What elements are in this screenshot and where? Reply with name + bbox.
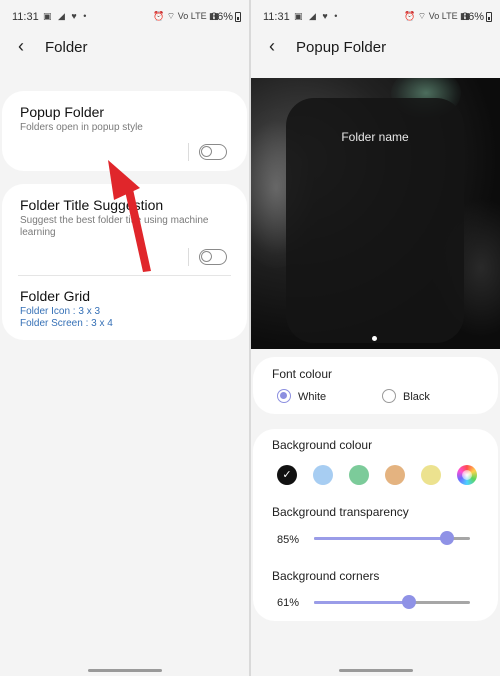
app-bar: ‹ Popup Folder xyxy=(251,34,500,62)
folder-preview: Folder name xyxy=(251,78,500,349)
popup-folder-subtitle: Folders open in popup style xyxy=(20,122,143,133)
notification-icons: ▣ ◢ ♥ • xyxy=(294,11,340,21)
colour-swatch-black[interactable]: ✓ xyxy=(277,465,297,485)
background-colour-label: Background colour xyxy=(272,438,373,452)
divider xyxy=(188,248,189,266)
transparency-value: 85% xyxy=(277,534,300,546)
page-title: Popup Folder xyxy=(296,39,387,56)
font-colour-black-radio[interactable] xyxy=(382,389,396,403)
notification-icons: ▣ ◢ ♥ • xyxy=(43,11,89,21)
folder-screen-grid-value: Folder Screen : 3 x 4 xyxy=(20,318,113,329)
status-time: 11:31 xyxy=(12,11,39,23)
folder-options-card: Folder Title Suggestion Suggest the best… xyxy=(2,184,247,340)
home-indicator[interactable] xyxy=(338,669,413,672)
background-transparency-label: Background transparency xyxy=(272,505,409,519)
font-colour-white-label[interactable]: White xyxy=(298,391,326,403)
home-indicator[interactable] xyxy=(87,669,162,672)
back-arrow-icon[interactable]: ‹ xyxy=(18,37,24,55)
title-suggestion-subtitle: Suggest the best folder title using mach… xyxy=(20,215,209,238)
slider-thumb[interactable] xyxy=(439,531,454,545)
colour-swatch-light-blue[interactable] xyxy=(313,465,333,485)
page-indicator-dot xyxy=(372,336,377,341)
page-title: Folder xyxy=(45,39,88,56)
font-colour-label: Font colour xyxy=(272,367,333,381)
back-arrow-icon[interactable]: ‹ xyxy=(269,37,275,55)
battery-icon xyxy=(486,12,492,22)
check-icon: ✓ xyxy=(282,469,292,481)
status-bar: 11:31 ▣ ◢ ♥ • ⏰ ⌔ Vo LTE ▮▮ 36% xyxy=(0,0,249,34)
colour-swatch-yellow[interactable] xyxy=(421,465,441,485)
folder-name-label: Folder name xyxy=(341,130,409,144)
corners-slider[interactable] xyxy=(314,595,470,609)
status-time: 11:31 xyxy=(263,11,290,23)
title-suggestion-title: Folder Title Suggestion xyxy=(20,197,164,213)
app-bar: ‹ Folder xyxy=(0,34,249,62)
folder-icon-grid-value: Folder Icon : 3 x 3 xyxy=(20,306,101,317)
colour-swatch-green[interactable] xyxy=(349,465,369,485)
battery-percent: 36% xyxy=(210,11,233,23)
slider-fill xyxy=(314,537,447,540)
background-card: Background colour ✓ Background transpare… xyxy=(253,429,498,621)
background-corners-label: Background corners xyxy=(272,569,380,583)
signal-icons: ⏰ ⌔ Vo LTE ▮▮ xyxy=(404,11,470,21)
font-colour-card: Font colour White Black xyxy=(253,357,498,414)
folder-grid-title: Folder Grid xyxy=(20,288,91,304)
battery-icon xyxy=(235,12,241,22)
slider-thumb[interactable] xyxy=(402,595,417,609)
font-colour-black-label[interactable]: Black xyxy=(403,391,430,403)
title-suggestion-toggle[interactable] xyxy=(199,249,227,265)
folder-popup-preview: Folder name xyxy=(286,98,464,343)
signal-icons: ⏰ ⌔ Vo LTE ▮▮ xyxy=(153,11,219,21)
battery-percent: 36% xyxy=(461,11,484,23)
transparency-slider[interactable] xyxy=(314,531,470,545)
folder-grid-row[interactable]: Folder Grid Folder Icon : 3 x 3 Folder S… xyxy=(2,276,247,336)
slider-fill xyxy=(314,601,410,604)
corners-value: 61% xyxy=(277,597,300,609)
colour-swatch-tan[interactable] xyxy=(385,465,405,485)
popup-folder-toggle[interactable] xyxy=(199,144,227,160)
colour-swatch-custom[interactable] xyxy=(457,465,477,485)
folder-settings-screen: 11:31 ▣ ◢ ♥ • ⏰ ⌔ Vo LTE ▮▮ 36% ‹ Folder… xyxy=(0,0,249,676)
font-colour-white-radio[interactable] xyxy=(277,389,291,403)
divider xyxy=(188,143,189,161)
popup-folder-card[interactable]: Popup Folder Folders open in popup style xyxy=(2,91,247,171)
popup-folder-screen: 11:31 ▣ ◢ ♥ • ⏰ ⌔ Vo LTE ▮▮ 36% ‹ Popup … xyxy=(251,0,500,676)
popup-folder-title: Popup Folder xyxy=(20,104,105,120)
status-bar: 11:31 ▣ ◢ ♥ • ⏰ ⌔ Vo LTE ▮▮ 36% xyxy=(251,0,500,34)
